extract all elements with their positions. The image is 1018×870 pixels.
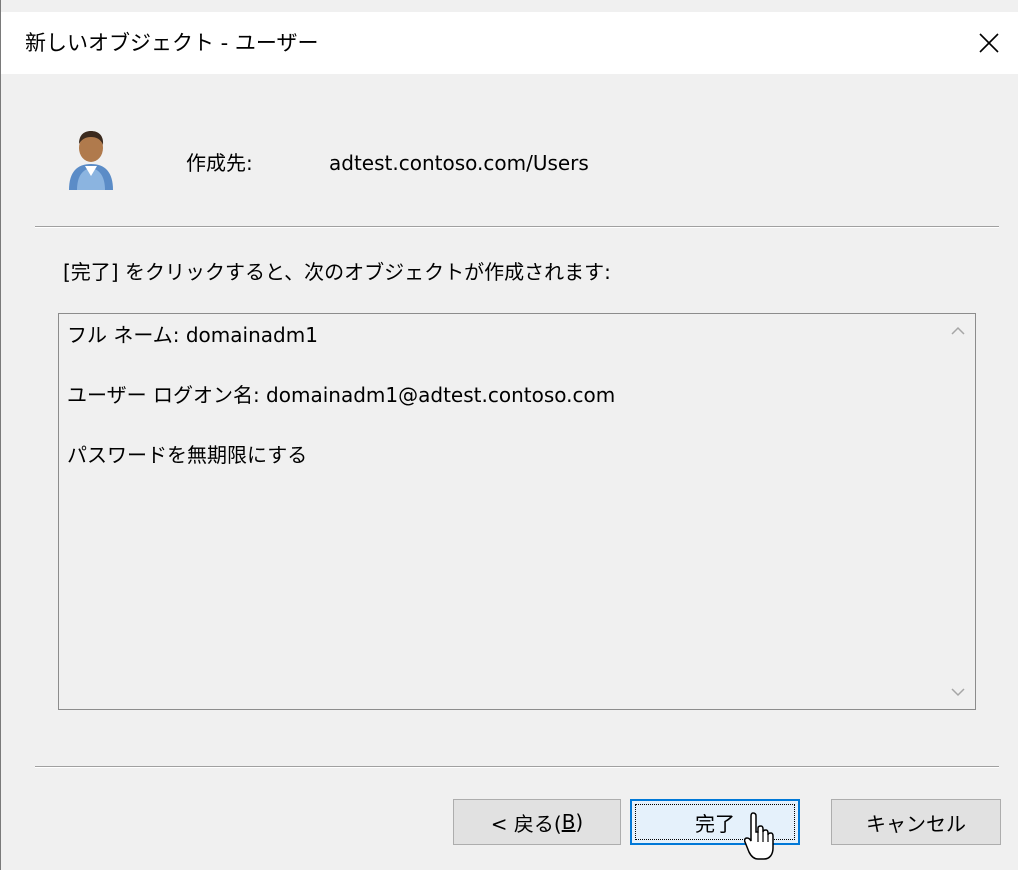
summary-content: フル ネーム: domainadm1 ユーザー ログオン名: domainadm… — [67, 322, 939, 502]
back-button-accelerator: B — [561, 810, 576, 834]
summary-line-full-name: フル ネーム: domainadm1 — [67, 323, 318, 347]
create-in-label: 作成先: — [186, 151, 253, 175]
summary-line-password-option: パスワードを無期限にする — [67, 443, 308, 467]
cancel-button[interactable]: キャンセル — [831, 799, 1001, 845]
footer-separator — [35, 766, 999, 768]
summary-line-logon-name: ユーザー ログオン名: domainadm1@adtest.contoso.co… — [67, 383, 616, 407]
close-icon — [979, 33, 999, 53]
chevron-down-icon — [951, 688, 965, 697]
header-separator — [35, 226, 999, 228]
summary-textbox[interactable]: フル ネーム: domainadm1 ユーザー ログオン名: domainadm… — [58, 313, 976, 710]
instruction-text: [完了] をクリックすると、次のオブジェクトが作成されます: — [63, 260, 611, 284]
new-user-dialog: 新しいオブジェクト - ユーザー 作成先: adtest.contoso.com… — [0, 0, 1018, 870]
back-button[interactable]: < 戻る(B) — [453, 799, 621, 845]
window-title: 新しいオブジェクト - ユーザー — [25, 31, 319, 55]
vertical-scrollbar[interactable] — [941, 314, 975, 709]
dialog-header: 作成先: adtest.contoso.com/Users — [1, 74, 1018, 224]
chevron-up-icon — [951, 326, 965, 335]
title-bar: 新しいオブジェクト - ユーザー — [1, 12, 1018, 74]
cancel-button-label: キャンセル — [866, 811, 966, 836]
create-in-path: adtest.contoso.com/Users — [329, 151, 589, 175]
scroll-up-button[interactable] — [941, 314, 975, 348]
mouse-cursor-icon — [744, 812, 774, 860]
scroll-down-button[interactable] — [941, 675, 975, 709]
close-button[interactable] — [959, 12, 1018, 74]
back-button-prefix: < 戻る( — [490, 811, 562, 836]
user-icon — [69, 131, 113, 190]
back-button-suffix: ) — [575, 810, 584, 834]
